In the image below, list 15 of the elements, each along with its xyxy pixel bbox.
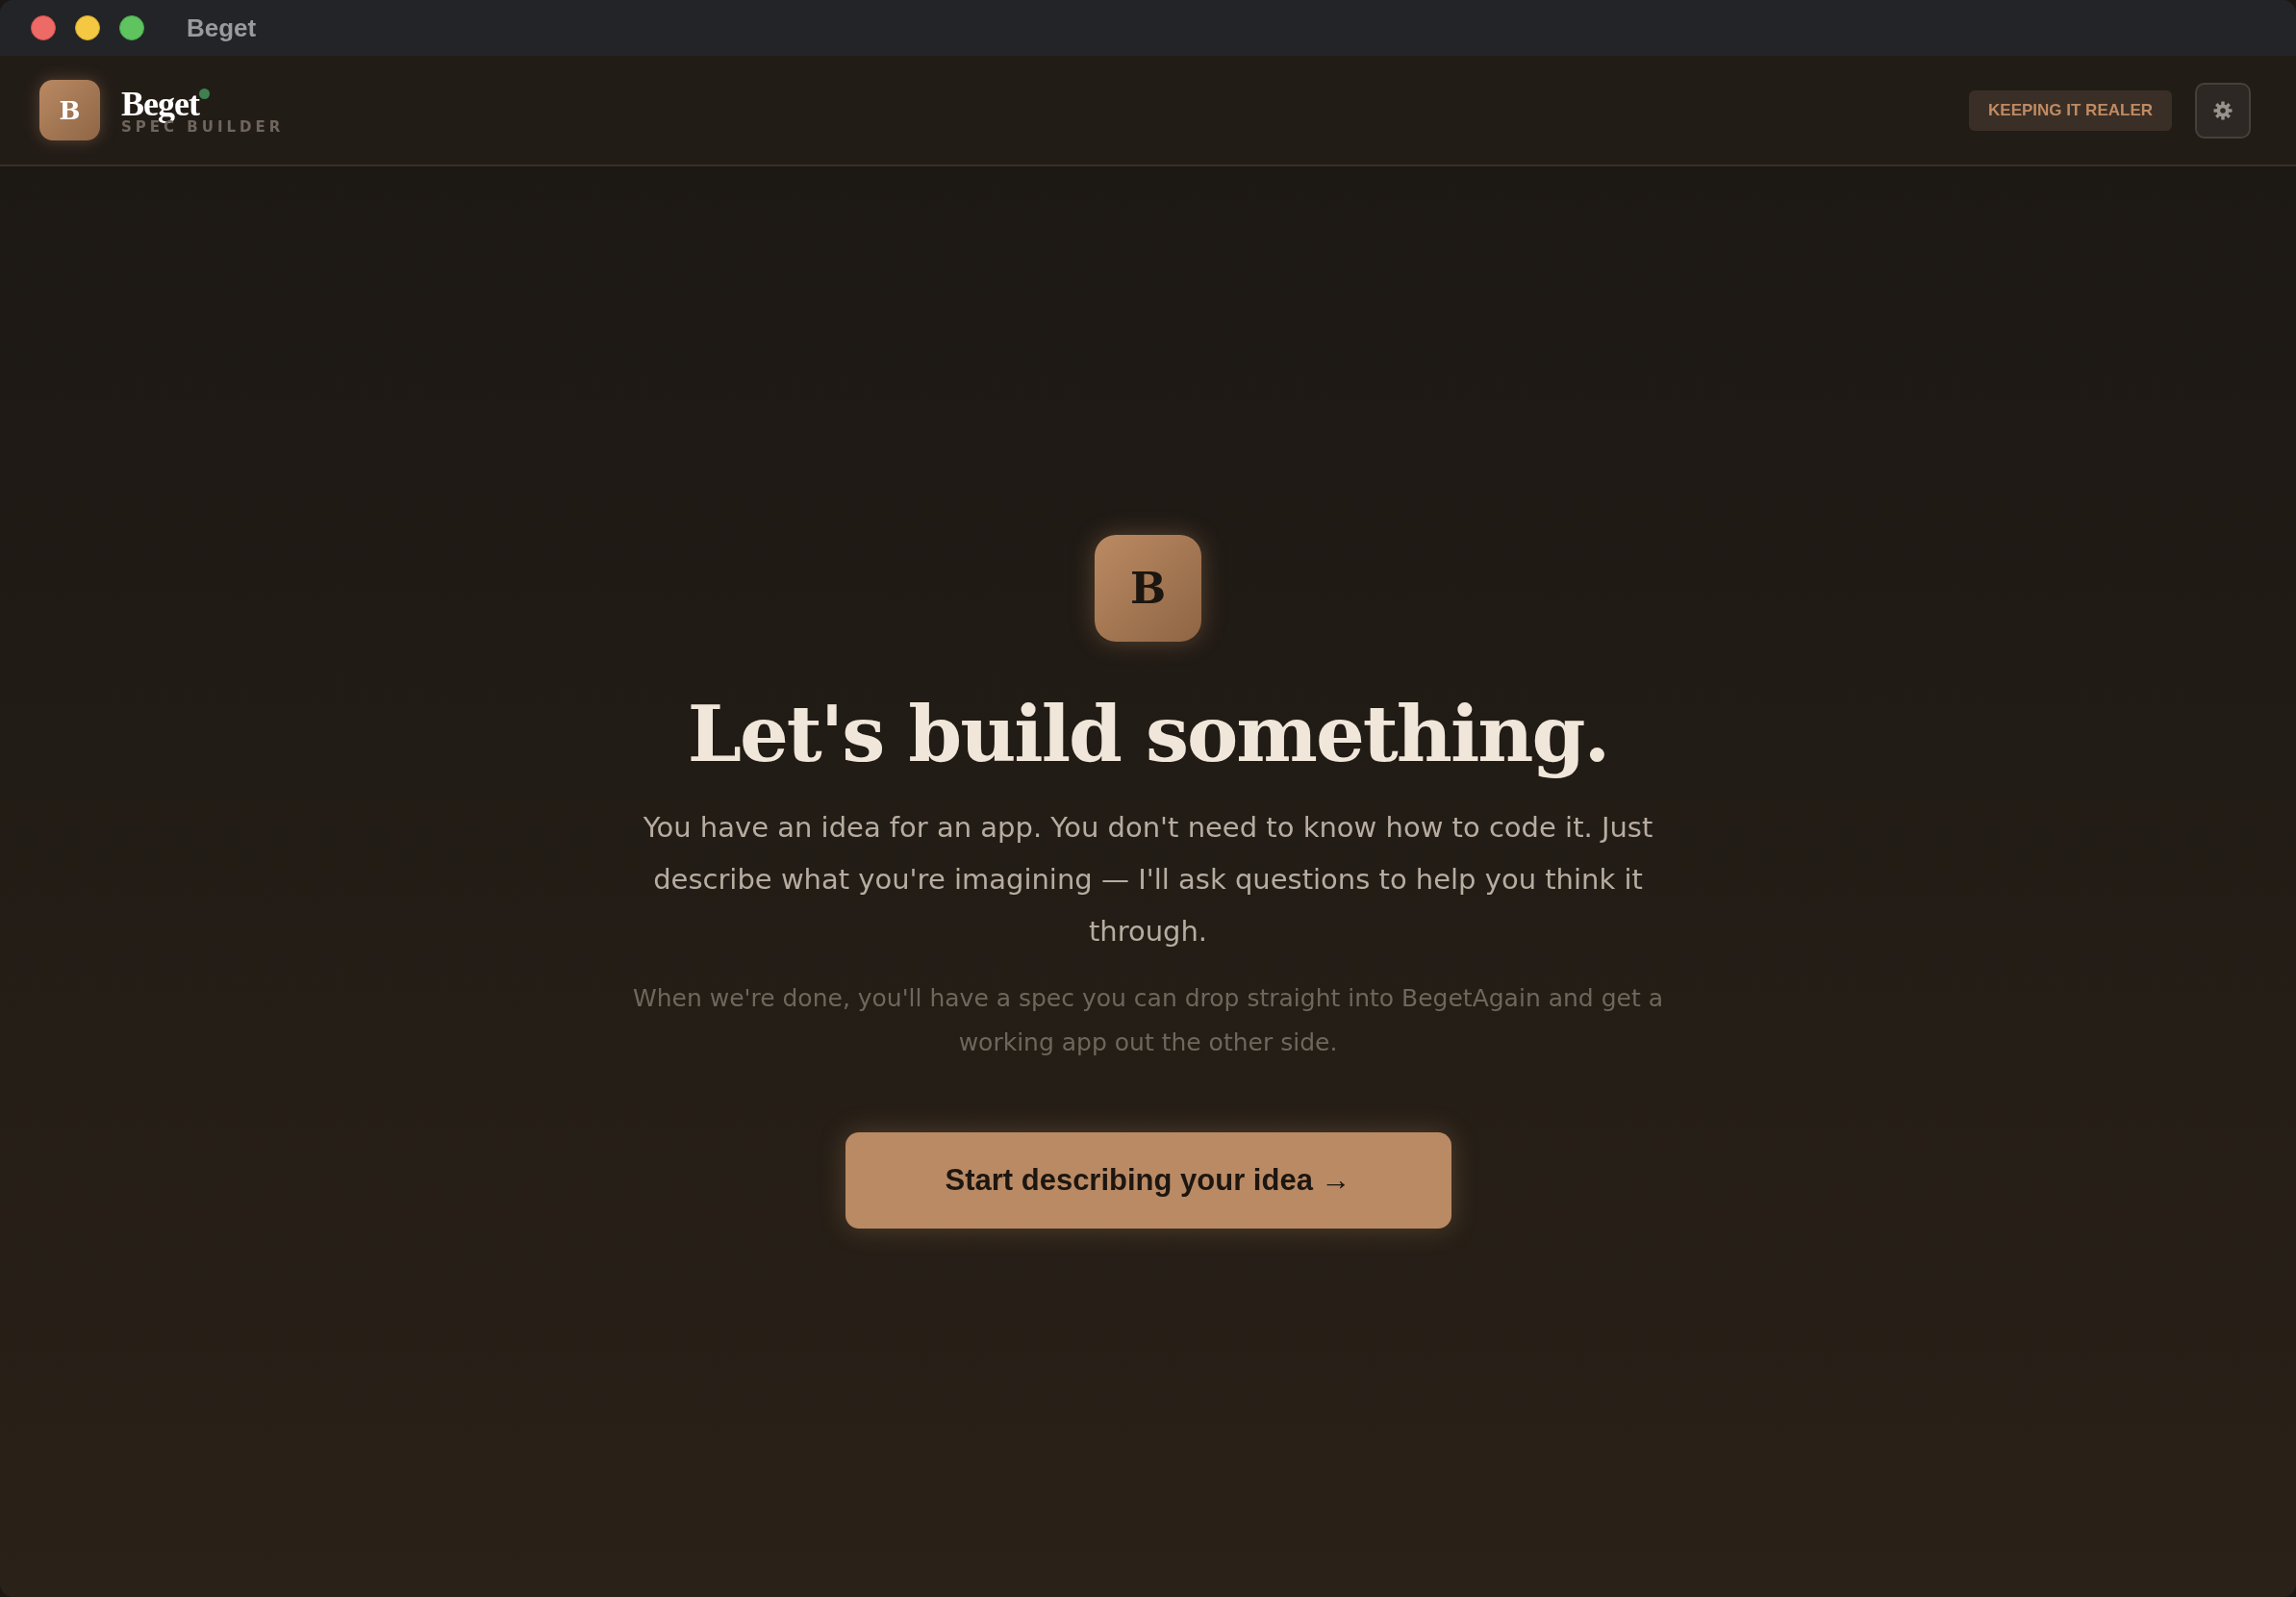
heading: Let's build something. (687, 688, 1609, 780)
settings-button[interactable] (2195, 82, 2251, 139)
intro-text: You have an idea for an app. You don't need to know how to code it. Just describe what you're imagining — I'll ask questions to help you think it through. (642, 810, 1654, 950)
logo-icon: B (39, 80, 100, 140)
settings-icon (2213, 100, 2233, 120)
note-text: When we're done, you'll have a spec you can drop straight into BegetAgain and get a working app out the other side. (632, 983, 1664, 1058)
window-title: Beget (187, 13, 257, 43)
minimize-button[interactable] (75, 15, 100, 40)
app-name: Beget (121, 86, 199, 121)
close-button[interactable] (31, 15, 56, 40)
zoom-button[interactable] (119, 15, 144, 40)
status-dot (198, 88, 210, 99)
start-button[interactable]: Start describing your idea → (845, 1132, 1451, 1229)
mode-badge: KEEPING IT REALER (1969, 89, 2172, 131)
logo-icon: B (1095, 535, 1201, 642)
